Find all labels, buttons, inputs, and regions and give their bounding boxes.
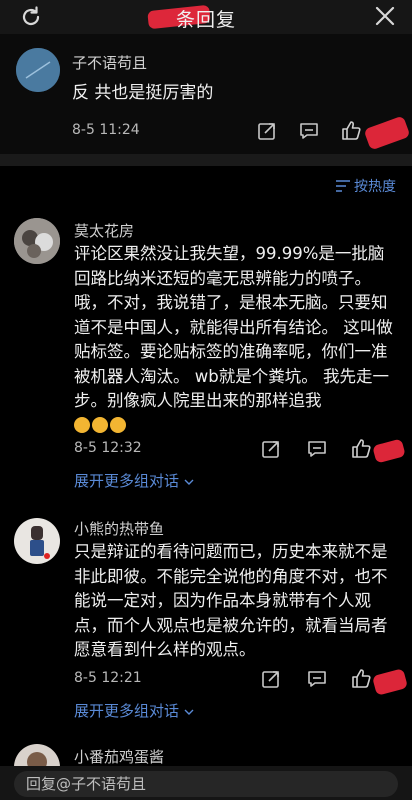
- like-icon[interactable]: [350, 437, 372, 459]
- emoji-icon: [74, 416, 90, 433]
- expand-replies-link[interactable]: 展开更多组对话: [74, 700, 194, 721]
- emoji-icon: [110, 416, 126, 433]
- redaction-mark: [363, 115, 411, 151]
- section-divider: [0, 154, 412, 166]
- comment-content: 反 共也是挺厉害的: [72, 83, 214, 103]
- reply-bar: 回复@子不语苟且: [0, 766, 412, 800]
- page-title: 条回复: [175, 9, 236, 31]
- like-icon[interactable]: [340, 119, 362, 141]
- comment-icon[interactable]: [298, 120, 320, 142]
- expand-replies-link[interactable]: 展开更多组对话: [74, 470, 194, 491]
- share-icon[interactable]: [256, 120, 278, 142]
- comment-icon[interactable]: [306, 438, 328, 460]
- comment-time: 8-5 12:21: [74, 670, 142, 686]
- root-comment: 子不语苟且 反 共也是挺厉害的 8-5 11:24: [0, 34, 412, 154]
- comment-time: 8-5 12:32: [74, 440, 142, 456]
- author-name[interactable]: 小番茄鸡蛋酱: [74, 746, 164, 767]
- author-name[interactable]: 子不语苟且: [72, 52, 147, 73]
- author-name[interactable]: 莫太花房: [74, 220, 134, 241]
- sort-icon: [336, 180, 350, 192]
- comment-content: 评论区果然没让我失望，99.99%是一批脑回路比纳米还短的毫无思辨能力的喷子。哦…: [74, 242, 398, 438]
- share-icon[interactable]: [260, 668, 282, 690]
- chevron-down-icon: [184, 709, 194, 715]
- header: 条回复: [0, 0, 412, 34]
- avatar[interactable]: [14, 518, 60, 564]
- sort-button[interactable]: 按热度: [335, 176, 396, 196]
- redaction-mark: [371, 668, 409, 696]
- comment-time: 8-5 11:24: [72, 122, 140, 138]
- close-icon[interactable]: [374, 5, 396, 27]
- share-icon[interactable]: [260, 438, 282, 460]
- redaction-mark: [372, 438, 406, 464]
- like-icon[interactable]: [350, 667, 372, 689]
- reply-input[interactable]: 回复@子不语苟且: [14, 771, 398, 797]
- emoji-icon: [92, 416, 108, 433]
- chevron-down-icon: [184, 479, 194, 485]
- comment-icon[interactable]: [306, 668, 328, 690]
- avatar[interactable]: [16, 48, 60, 92]
- sort-label: 按热度: [354, 179, 396, 195]
- author-name[interactable]: 小熊的热带鱼: [74, 518, 164, 539]
- comment-content: 只是辩证的看待问题而已，历史本来就不是非此即彼。不能完全说他的角度不对，也不能说…: [74, 542, 388, 659]
- avatar[interactable]: [14, 218, 60, 264]
